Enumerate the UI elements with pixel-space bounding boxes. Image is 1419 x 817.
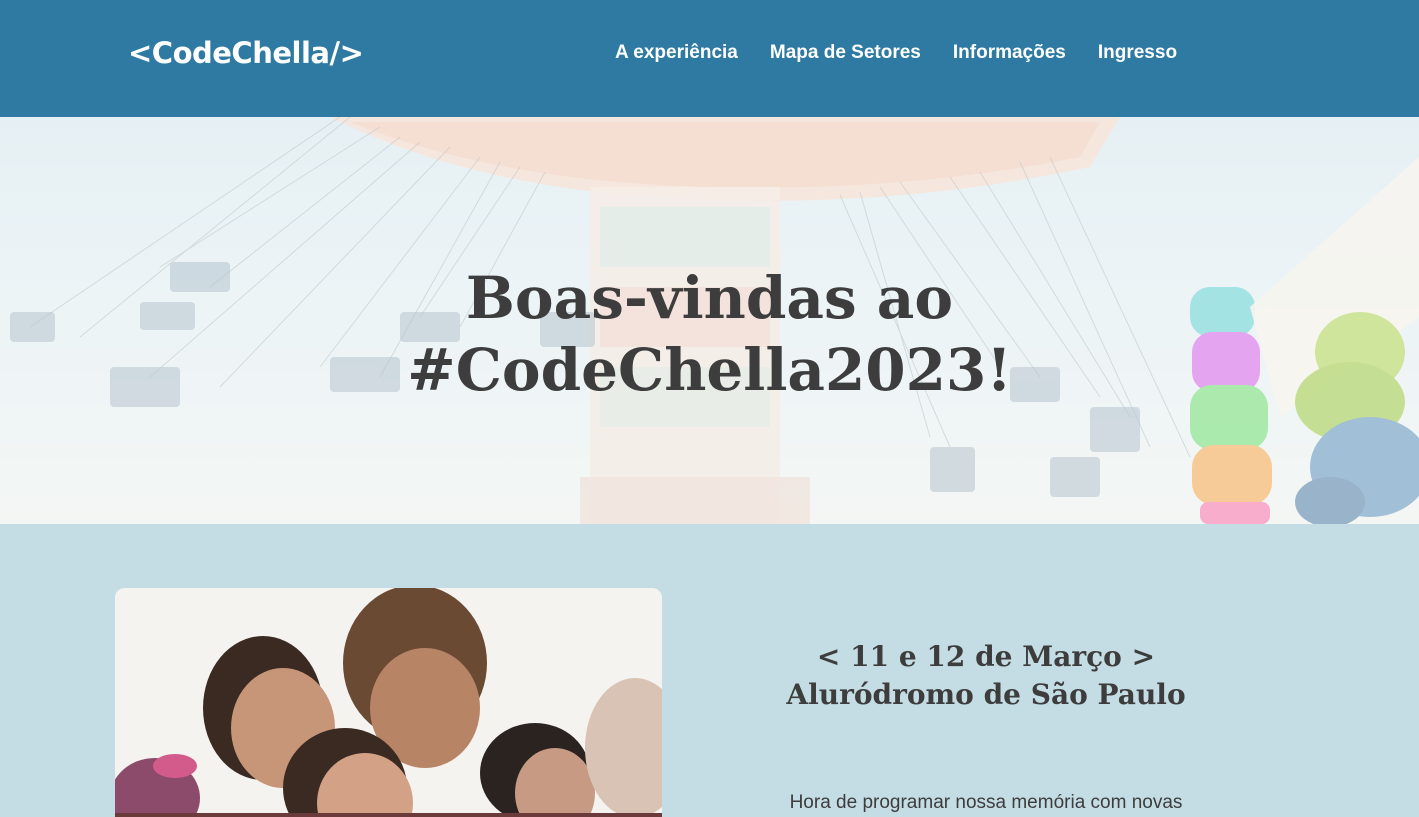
hero-title-line-1: Boas-vindas ao	[465, 264, 954, 332]
nav-link-mapa-de-setores[interactable]: Mapa de Setores	[770, 42, 921, 64]
nav-link-experiencia[interactable]: A experiência	[615, 42, 738, 64]
event-venue: Aluródromo de São Paulo	[786, 678, 1186, 711]
logo[interactable]: <CodeChella/>	[128, 36, 364, 70]
main-nav: A experiência Mapa de Setores Informaçõe…	[615, 42, 1177, 64]
event-description: Hora de programar nossa memória com nova…	[789, 792, 1183, 813]
hero-title: Boas-vindas ao #CodeChella2023!	[0, 262, 1419, 406]
hero-banner: Boas-vindas ao #CodeChella2023!	[0, 117, 1419, 524]
event-info: < 11 e 12 de Março > Aluródromo de São P…	[700, 638, 1272, 714]
nav-link-ingresso[interactable]: Ingresso	[1098, 42, 1177, 64]
site-header: <CodeChella/> A experiência Mapa de Seto…	[0, 0, 1419, 117]
event-dates: < 11 e 12 de Março >	[816, 640, 1156, 673]
nav-link-informacoes[interactable]: Informações	[953, 42, 1066, 64]
festival-crowd-photo	[115, 588, 662, 817]
hero-title-line-2: #CodeChella2023!	[407, 336, 1012, 404]
